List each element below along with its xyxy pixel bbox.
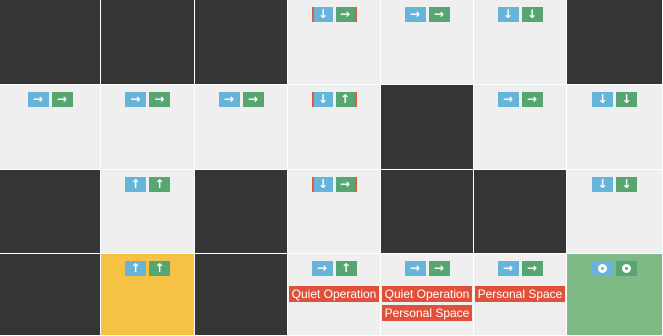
up-arrow-icon: ↑ [125, 261, 146, 276]
right-arrow-icon: → [521, 261, 543, 276]
grid-cell[interactable]: → → Quiet Operation Personal Space [381, 254, 474, 336]
feature-tag: Personal Space [474, 286, 566, 302]
down-arrow-icon: ↓ [616, 92, 637, 107]
direction-indicators: → → [101, 92, 194, 107]
feature-tags: Quiet Operation Personal Space [381, 286, 473, 321]
circle-icon [592, 261, 613, 276]
down-arrow-icon: ↓ [311, 92, 333, 107]
grid-cell[interactable]: ↓ → [288, 0, 381, 85]
down-arrow-icon: ↓ [311, 7, 333, 22]
up-arrow-icon: ↑ [335, 261, 357, 276]
grid-cell[interactable] [0, 0, 101, 85]
direction-indicators: ↑ ↑ [101, 177, 194, 192]
right-arrow-icon: → [125, 92, 146, 107]
grid-cell[interactable]: ↓ ↓ [567, 170, 663, 254]
grid-cell[interactable]: → → Personal Space [474, 254, 567, 336]
feature-tags: Quiet Operation [288, 286, 380, 302]
direction-indicators: ↓ ↓ [474, 7, 566, 22]
right-arrow-icon: → [335, 7, 357, 22]
right-arrow-icon: → [311, 261, 333, 276]
direction-indicators: ↑ ↑ [101, 261, 194, 276]
up-arrow-icon: ↑ [335, 92, 357, 107]
direction-indicators: ↓ → [288, 7, 380, 22]
right-arrow-icon: → [521, 92, 543, 107]
up-arrow-icon: ↑ [149, 177, 170, 192]
right-arrow-icon: → [497, 261, 519, 276]
right-arrow-icon: → [335, 177, 357, 192]
down-arrow-icon: ↓ [521, 7, 543, 22]
down-arrow-icon: ↓ [311, 177, 333, 192]
grid-cell[interactable] [567, 0, 663, 85]
direction-indicators [567, 261, 662, 276]
grid-cell[interactable] [195, 0, 288, 85]
grid-cell[interactable] [195, 254, 288, 336]
direction-indicators: ↓ ↓ [567, 92, 662, 107]
direction-indicators: ↓ ↑ [288, 92, 380, 107]
down-arrow-icon: ↓ [616, 177, 637, 192]
direction-indicators: → ↑ [288, 261, 380, 276]
down-arrow-icon: ↓ [592, 92, 613, 107]
grid-cell[interactable]: ↓ ↑ [288, 85, 381, 170]
up-arrow-icon: ↑ [149, 261, 170, 276]
direction-indicators: → → [381, 261, 473, 276]
direction-indicators: → → [474, 92, 566, 107]
direction-indicators: → → [195, 92, 287, 107]
grid-cell[interactable] [381, 85, 474, 170]
right-arrow-icon: → [149, 92, 170, 107]
grid-cell[interactable] [0, 170, 101, 254]
grid-cell[interactable]: ↓ → [288, 170, 381, 254]
circle-icon [616, 261, 637, 276]
right-arrow-icon: → [428, 261, 450, 276]
right-arrow-icon: → [404, 7, 426, 22]
feature-tag: Quiet Operation [381, 286, 473, 302]
right-arrow-icon: → [428, 7, 450, 22]
down-arrow-icon: ↓ [592, 177, 613, 192]
right-arrow-icon: → [497, 92, 519, 107]
grid-cell[interactable] [567, 254, 663, 336]
up-arrow-icon: ↑ [125, 177, 146, 192]
grid-cell[interactable]: → → [195, 85, 288, 170]
direction-indicators: ↓ → [288, 177, 380, 192]
office-grid: ↓ → → → ↓ ↓ → → → → → → ↓ ↑ → → ↓ ↓ ↑ ↑ ↓ → ↓ ↓ ↑ ↑ → ↑ Quiet Operat… [0, 0, 663, 336]
direction-indicators: → → [381, 7, 473, 22]
grid-cell[interactable]: ↓ ↓ [474, 0, 567, 85]
grid-cell[interactable] [195, 170, 288, 254]
right-arrow-icon: → [27, 92, 49, 107]
grid-cell[interactable]: → ↑ Quiet Operation [288, 254, 381, 336]
direction-indicators: → → [0, 92, 100, 107]
feature-tags: Personal Space [474, 286, 566, 302]
grid-cell[interactable]: → → [381, 0, 474, 85]
grid-cell[interactable]: ↑ ↑ [101, 170, 195, 254]
grid-cell[interactable] [101, 0, 195, 85]
direction-indicators: ↓ ↓ [567, 177, 662, 192]
right-arrow-icon: → [218, 92, 240, 107]
grid-cell[interactable]: → → [0, 85, 101, 170]
down-arrow-icon: ↓ [497, 7, 519, 22]
grid-cell[interactable] [381, 170, 474, 254]
grid-cell[interactable]: ↑ ↑ [101, 254, 195, 336]
grid-cell[interactable] [0, 254, 101, 336]
feature-tag: Personal Space [381, 305, 473, 321]
right-arrow-icon: → [242, 92, 264, 107]
feature-tag: Quiet Operation [288, 286, 380, 302]
grid-cell[interactable]: ↓ ↓ [567, 85, 663, 170]
grid-cell[interactable] [474, 170, 567, 254]
grid-cell[interactable]: → → [101, 85, 195, 170]
direction-indicators: → → [474, 261, 566, 276]
grid-cell[interactable]: → → [474, 85, 567, 170]
right-arrow-icon: → [51, 92, 73, 107]
right-arrow-icon: → [404, 261, 426, 276]
